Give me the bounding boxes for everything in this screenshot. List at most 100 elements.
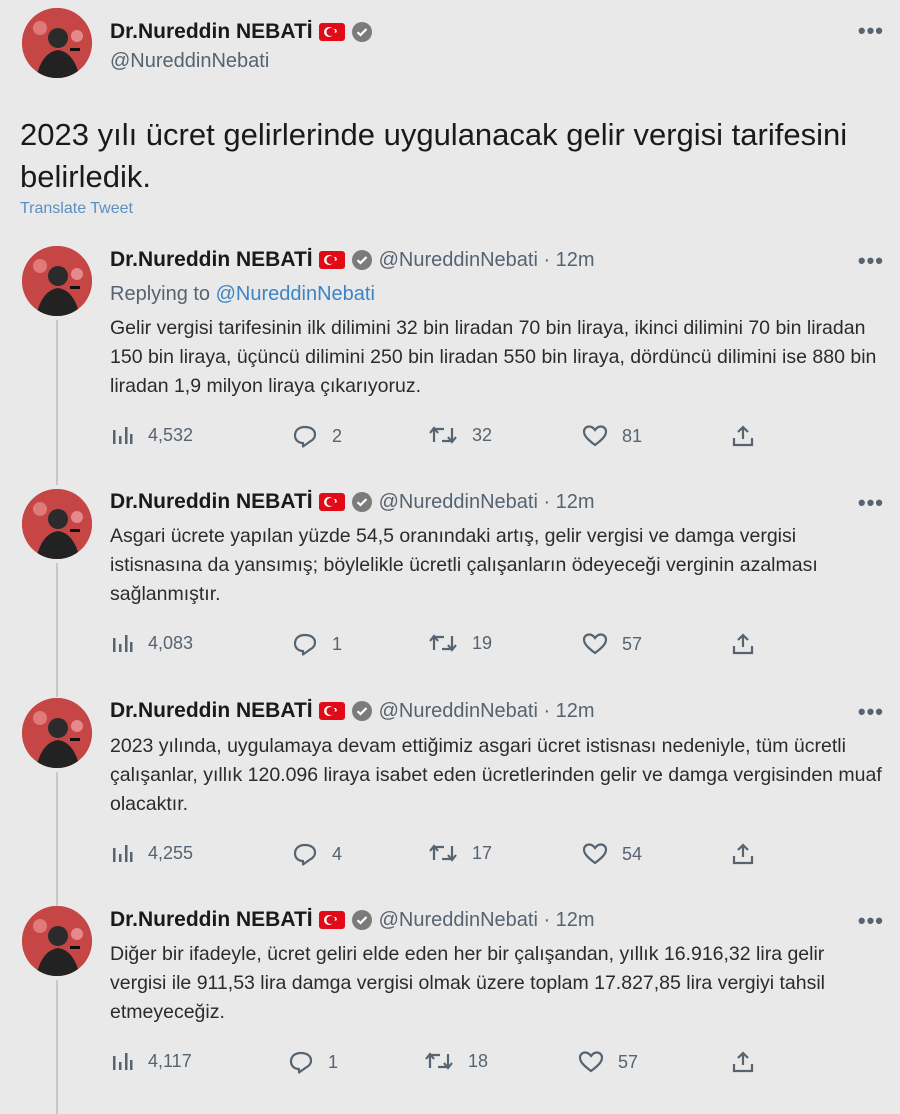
like-count: 57 bbox=[622, 633, 643, 654]
more-icon[interactable]: ••• bbox=[858, 490, 884, 516]
tweet-actions: 4,255 4 17 54 bbox=[110, 842, 810, 872]
reply-text: Diğer bir ifadeyle, ücret geliri elde ed… bbox=[110, 943, 825, 1023]
thread-line bbox=[56, 772, 58, 906]
reply-meta[interactable]: @NureddinNebati · 12m bbox=[379, 491, 595, 514]
translate-tweet-link[interactable]: Translate Tweet bbox=[20, 200, 133, 218]
reply-count: 1 bbox=[332, 633, 343, 654]
reply-count: 4 bbox=[332, 843, 343, 864]
like-button[interactable]: 57 bbox=[578, 1050, 638, 1074]
retweet-button[interactable]: 19 bbox=[428, 632, 492, 654]
more-icon[interactable]: ••• bbox=[858, 248, 884, 274]
verified-icon bbox=[351, 701, 372, 721]
like-button[interactable]: 54 bbox=[582, 842, 642, 866]
verified-icon bbox=[351, 22, 372, 42]
reply-header: Dr.Nureddin NEBATİ @NureddinNebati · 12m bbox=[110, 699, 595, 723]
avatar-image bbox=[22, 8, 92, 78]
like-count: 57 bbox=[618, 1051, 639, 1072]
retweet-button[interactable]: 32 bbox=[428, 424, 492, 446]
author-name[interactable]: Dr.Nureddin NEBATİ bbox=[110, 908, 313, 932]
reply-header: Dr.Nureddin NEBATİ @NureddinNebati · 12m bbox=[110, 908, 595, 932]
share-icon bbox=[732, 633, 754, 655]
reply-button[interactable]: 1 bbox=[292, 632, 342, 656]
replying-to: Replying to @NureddinNebati bbox=[110, 283, 375, 305]
views-count: 4,255 bbox=[148, 842, 194, 863]
retweet-icon bbox=[429, 634, 457, 652]
thread-line bbox=[56, 563, 58, 697]
views-button[interactable]: 4,255 bbox=[110, 842, 193, 864]
like-icon bbox=[582, 425, 608, 447]
views-count: 4,083 bbox=[148, 632, 194, 653]
retweet-count: 17 bbox=[472, 842, 493, 863]
views-icon bbox=[113, 845, 133, 862]
more-icon[interactable]: ••• bbox=[858, 908, 884, 934]
share-button[interactable] bbox=[730, 842, 756, 866]
avatar[interactable] bbox=[22, 489, 92, 559]
like-button[interactable]: 81 bbox=[582, 424, 642, 448]
views-count: 4,117 bbox=[148, 1050, 192, 1071]
views-icon bbox=[113, 1053, 133, 1070]
thread-line bbox=[56, 980, 58, 1114]
share-button[interactable] bbox=[730, 632, 756, 656]
flag-icon bbox=[318, 23, 345, 41]
retweet-button[interactable]: 18 bbox=[424, 1050, 488, 1072]
avatar-image bbox=[22, 246, 92, 316]
author-name[interactable]: Dr.Nureddin NEBATİ bbox=[110, 248, 313, 272]
avatar-image bbox=[22, 489, 92, 559]
views-button[interactable]: 4,532 bbox=[110, 424, 193, 446]
author-handle[interactable]: @NureddinNebati bbox=[110, 50, 269, 73]
main-tweet-text: 2023 yılı ücret gelirlerinde uygulanacak… bbox=[20, 117, 848, 194]
flag-icon bbox=[318, 251, 345, 269]
like-count: 81 bbox=[622, 425, 643, 446]
reply-meta[interactable]: @NureddinNebati · 12m bbox=[379, 700, 595, 723]
more-icon[interactable]: ••• bbox=[858, 18, 884, 44]
avatar[interactable] bbox=[22, 8, 92, 78]
tweet-actions: 4,083 1 19 57 bbox=[110, 632, 810, 662]
retweet-count: 19 bbox=[472, 632, 493, 653]
reply-icon bbox=[293, 633, 317, 656]
views-icon bbox=[113, 635, 133, 652]
retweet-icon bbox=[429, 426, 457, 444]
flag-icon bbox=[318, 493, 345, 511]
views-button[interactable]: 4,083 bbox=[110, 632, 193, 654]
verified-icon bbox=[351, 910, 372, 930]
reply-text: Gelir vergisi tarifesinin ilk dilimini 3… bbox=[110, 317, 877, 397]
reply-text: Asgari ücrete yapılan yüzde 54,5 oranınd… bbox=[110, 525, 818, 605]
thread-line bbox=[56, 320, 58, 485]
reply-button[interactable]: 2 bbox=[292, 424, 342, 448]
reply-button[interactable]: 4 bbox=[292, 842, 342, 866]
reply-button[interactable]: 1 bbox=[288, 1050, 338, 1074]
more-icon[interactable]: ••• bbox=[858, 699, 884, 725]
avatar[interactable] bbox=[22, 246, 92, 316]
views-count: 4,532 bbox=[148, 424, 194, 445]
author-name[interactable]: Dr.Nureddin NEBATİ bbox=[110, 20, 373, 44]
reply-count: 2 bbox=[332, 425, 343, 446]
share-button[interactable] bbox=[730, 424, 756, 448]
views-button[interactable]: 4,117 bbox=[110, 1050, 192, 1072]
author-name[interactable]: Dr.Nureddin NEBATİ bbox=[110, 490, 313, 514]
retweet-icon bbox=[425, 1052, 453, 1070]
share-icon bbox=[732, 425, 754, 447]
avatar-image bbox=[22, 906, 92, 976]
tweet-actions: 4,117 1 18 57 bbox=[110, 1050, 810, 1080]
reply-meta[interactable]: @NureddinNebati · 12m bbox=[379, 249, 595, 272]
author-name[interactable]: Dr.Nureddin NEBATİ bbox=[110, 699, 313, 723]
avatar[interactable] bbox=[22, 698, 92, 768]
retweet-count: 18 bbox=[468, 1050, 489, 1071]
replying-to-handle[interactable]: @NureddinNebati bbox=[216, 283, 375, 305]
avatar[interactable] bbox=[22, 906, 92, 976]
reply-icon bbox=[293, 425, 317, 448]
reply-text: 2023 yılında, uygulamaya devam ettiğimiz… bbox=[110, 735, 882, 815]
like-icon bbox=[582, 633, 608, 655]
tweet-actions: 4,532 2 32 81 bbox=[110, 424, 810, 454]
reply-meta[interactable]: @NureddinNebati · 12m bbox=[379, 909, 595, 932]
retweet-button[interactable]: 17 bbox=[428, 842, 492, 864]
share-button[interactable] bbox=[730, 1050, 756, 1074]
reply-header: Dr.Nureddin NEBATİ @NureddinNebati · 12m bbox=[110, 248, 595, 272]
share-icon bbox=[732, 843, 754, 865]
like-button[interactable]: 57 bbox=[582, 632, 642, 656]
reply-header: Dr.Nureddin NEBATİ @NureddinNebati · 12m bbox=[110, 490, 595, 514]
views-icon bbox=[113, 427, 133, 444]
flag-icon bbox=[318, 702, 345, 720]
like-icon bbox=[578, 1051, 604, 1073]
reply-icon bbox=[293, 843, 317, 866]
